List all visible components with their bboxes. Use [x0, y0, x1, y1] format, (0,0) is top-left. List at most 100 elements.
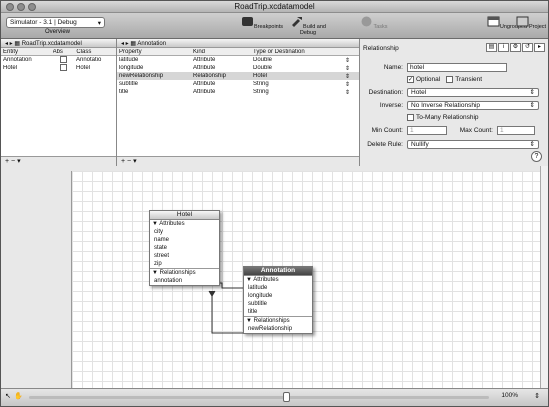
property-table-header: Property Kind Type or Destination [117, 48, 359, 56]
scheme-popup[interactable]: Simulator - 3.1 | Debug ▾ [6, 17, 105, 28]
entity-path-bar[interactable]: ◂ ▸ ▦ RoadTrip.xcdatamodel [1, 39, 116, 48]
attributes-header[interactable]: ▼ Attributes [244, 276, 312, 284]
entity-title: Hotel [150, 211, 219, 220]
optional-checkbox[interactable]: ✓ [407, 76, 414, 83]
table-row[interactable]: latitude Attribute Double ⇕ [117, 56, 359, 64]
more-icon[interactable]: ▸ [534, 43, 545, 52]
inspector-heading: Relationship [363, 45, 399, 52]
transient-label: Transient [455, 76, 483, 83]
attribute-item[interactable]: latitude [244, 284, 312, 292]
property-name: subtitle [119, 81, 139, 87]
attribute-item[interactable]: longitude [244, 292, 312, 300]
to-many-checkbox[interactable] [407, 114, 414, 121]
abstract-checkbox[interactable] [60, 64, 67, 72]
vertical-scrollbar[interactable] [540, 166, 548, 388]
relationships-header[interactable]: ▼ Relationships [150, 268, 219, 277]
hotel-entity[interactable]: Hotel ▼ Attributes city name state stree… [149, 210, 220, 286]
property-name: longitude [119, 65, 144, 71]
relationship-item[interactable]: newRelationship [244, 325, 312, 333]
property-col-header[interactable]: Property [119, 49, 193, 55]
attribute-item[interactable]: name [150, 236, 219, 244]
table-row[interactable]: title Attribute String ⇕ [117, 88, 359, 96]
help-button[interactable]: ? [531, 151, 542, 162]
table-row[interactable]: Annotation Annotatio [1, 56, 116, 64]
kind-col-header[interactable]: Kind [193, 49, 253, 55]
property-type: Double [253, 65, 273, 71]
tasks-label: Tasks [373, 24, 388, 30]
attribute-item[interactable]: city [150, 228, 219, 236]
window-title: RoadTrip.xcdatamodel [234, 2, 315, 11]
tasks-button[interactable]: Tasks [351, 16, 397, 30]
table-row[interactable]: longitude Attribute Double ⇕ [117, 64, 359, 72]
abstract-checkbox[interactable] [60, 56, 67, 64]
remove-entity-button[interactable]: − [11, 158, 15, 165]
attribute-item[interactable]: state [150, 244, 219, 252]
annotation-entity[interactable]: Annotation ▼ Attributes latitude longitu… [243, 266, 313, 334]
relationships-header[interactable]: ▼ Relationships [244, 316, 312, 325]
attribute-item[interactable]: title [244, 308, 312, 316]
attributes-header[interactable]: ▼ Attributes [150, 220, 219, 228]
attribute-item[interactable]: subtitle [244, 300, 312, 308]
attribute-item[interactable]: street [150, 252, 219, 260]
table-row[interactable]: Hotel Hotel [1, 64, 116, 72]
name-field[interactable]: hotel [407, 63, 507, 72]
build-debug-label: Build and Debug [299, 24, 326, 36]
abstract-col-header[interactable]: Abs [53, 49, 77, 55]
relationship-line[interactable] [211, 296, 243, 334]
add-property-button[interactable]: + [121, 158, 125, 165]
attribute-item[interactable]: zip [150, 260, 219, 268]
remove-property-button[interactable]: − [127, 158, 131, 165]
attributes-label: Attributes [253, 277, 279, 283]
pointer-tool-icon[interactable]: ↖ [5, 392, 11, 400]
entity-class: Annotatio [76, 57, 102, 63]
add-entity-button[interactable]: + [5, 158, 9, 165]
zoom-slider[interactable] [29, 396, 489, 399]
user-info-icon[interactable]: i [498, 43, 509, 52]
destination-popup[interactable]: Hotel ⇕ [407, 88, 539, 97]
class-col-header[interactable]: Class [76, 49, 116, 55]
property-path-bar[interactable]: ◂ ▸ ▦ Annotation [117, 39, 359, 48]
inverse-popup[interactable]: No Inverse Relationship ⇕ [407, 101, 539, 110]
diagram-status-bar: ↖ ✋ 100% ⇕ [1, 388, 548, 406]
action-menu-icon[interactable]: ▾ [17, 158, 21, 165]
transient-checkbox[interactable] [446, 76, 454, 83]
flags-row: ✓ Optional Transient [407, 76, 482, 83]
type-col-header[interactable]: Type or Destination [253, 49, 353, 55]
to-many-row: To-Many Relationship [407, 114, 479, 121]
delete-rule-popup[interactable]: Nullify ⇕ [407, 140, 539, 149]
property-type: String [253, 89, 269, 95]
zoom-stepper-icon[interactable]: ⇕ [534, 392, 540, 400]
entity-col-header[interactable]: Entity [3, 49, 53, 55]
breakpoints-button[interactable]: Breakpoints [239, 16, 285, 30]
stepper-icon[interactable]: ⇕ [345, 57, 350, 64]
relationships-label: Relationships [253, 318, 290, 324]
popup-arrow-icon: ⇕ [529, 141, 535, 148]
project-button[interactable]: Project [514, 16, 548, 30]
stepper-icon[interactable]: ⇕ [345, 65, 350, 72]
build-debug-button[interactable]: Build and Debug [285, 16, 331, 36]
relationship-item[interactable]: annotation [150, 277, 219, 285]
config-icon[interactable]: ⚙ [510, 43, 521, 52]
general-icon[interactable]: ▤ [486, 43, 497, 52]
zoom-slider-knob[interactable] [283, 392, 290, 402]
max-count-field[interactable]: 1 [497, 126, 535, 135]
stepper-icon[interactable]: ⇕ [345, 73, 350, 80]
entity-pane: ◂ ▸ ▦ RoadTrip.xcdatamodel Entity Abs Cl… [1, 39, 117, 166]
arrow-icon [208, 290, 216, 297]
relationships-label: Relationships [159, 270, 196, 276]
action-menu-icon[interactable]: ▾ [133, 158, 137, 165]
diagram-canvas[interactable]: Hotel ▼ Attributes city name state stree… [71, 171, 541, 388]
sync-icon[interactable]: ↺ [522, 43, 533, 52]
table-row[interactable]: subtitle Attribute String ⇕ [117, 80, 359, 88]
property-name: newRelationship [119, 73, 164, 79]
stepper-icon[interactable]: ⇕ [345, 89, 350, 96]
hand-tool-icon[interactable]: ✋ [14, 392, 23, 400]
inspector-pane: Relationship ▤ i ⚙ ↺ ▸ Name: hotel ✓ Optional T… [360, 39, 548, 166]
min-count-field[interactable]: 1 [407, 126, 447, 135]
property-name: latitude [119, 57, 139, 63]
stepper-icon[interactable]: ⇕ [345, 81, 350, 88]
to-many-label: To-Many Relationship [416, 114, 479, 121]
inverse-label: Inverse: [379, 102, 403, 109]
breakpoints-icon [241, 17, 253, 26]
table-row-selected[interactable]: newRelationship Relationship Hotel ⇕ [117, 72, 359, 80]
